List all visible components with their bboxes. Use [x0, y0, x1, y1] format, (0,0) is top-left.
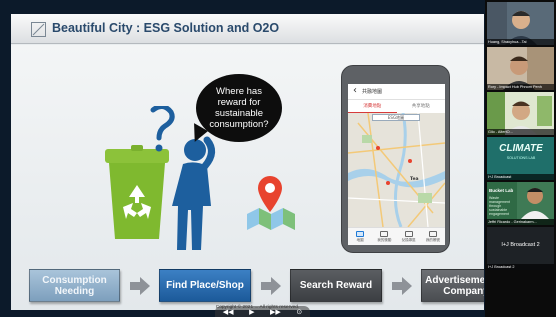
phone-screen: ‹ 共融地圖 消費地點 共享地點 ESG地圖 Tea 地圖 我的獎勵 兌換專區 …	[348, 84, 445, 245]
map-icon	[356, 231, 365, 237]
participant-tile[interactable]: Gilo - AlteriO...	[487, 92, 554, 135]
participant-name: Huang, Shaoyhua...Tai	[487, 39, 554, 45]
phone-map-label: Tea	[410, 177, 419, 182]
next-slide-icon[interactable]: ▶▶	[270, 308, 281, 316]
phone-bottom-nav: 地圖 我的獎勵 兌換專區 我的帳號	[348, 227, 445, 245]
previous-slide-icon[interactable]: ◀◀	[223, 308, 234, 316]
speech-bubble-text: Where has reward for sustainable consump…	[209, 86, 269, 130]
bucket-lab-text: Waste management through sustainable eng…	[489, 196, 510, 216]
flow-step-find-place: Find Place/Shop	[159, 269, 251, 302]
participant-tile[interactable]: I+J Broadcast 2 I+J Broadcast 2	[487, 227, 554, 270]
participant-name: Gilo - AlteriO...	[487, 129, 554, 135]
phone-tabs: 消費地點 共享地點	[348, 101, 445, 113]
store-icon	[404, 231, 413, 237]
options-icon[interactable]: ⊙	[296, 308, 302, 316]
right-arrow-icon	[392, 277, 412, 295]
phone-search-box[interactable]: ESG地圖	[372, 114, 420, 121]
slide-title-bar: Beautiful City : ESG Solution and O2O	[11, 14, 484, 44]
participant-tile[interactable]: CLIMATE SOLUTIONS LAB I+J Broadcast	[487, 137, 554, 180]
right-arrow-icon	[130, 277, 150, 295]
participant-tile[interactable]: Bucket Lab Waste management through sust…	[487, 182, 554, 225]
participant-tile[interactable]: Rory - Impact Hub Phnom Penh	[487, 47, 554, 90]
participant-placeholder-name: I+J Broadcast 2	[501, 242, 540, 248]
phone-nav-map[interactable]: 地圖	[348, 228, 372, 245]
participant-name: I+J Broadcast	[487, 174, 554, 180]
phone-nav-account[interactable]: 我的帳號	[421, 228, 445, 245]
phone-tab-consumption[interactable]: 消費地點	[348, 101, 397, 113]
flow-step-consumption-needing: Consumption Needing	[29, 269, 120, 302]
corner-arrow-icon	[31, 22, 46, 37]
participant-name: Jeffri Ricardo - Gerinakarm...	[487, 219, 554, 225]
smartphone-mockup: ‹ 共融地圖 消費地點 共享地點 ESG地圖 Tea 地圖 我的獎勵 兌換專區 …	[341, 65, 450, 253]
phone-app-title: 共融地圖	[362, 89, 383, 95]
participant-name: Rory - Impact Hub Phnom Penh	[487, 84, 554, 90]
participant-name: I+J Broadcast 2	[487, 264, 554, 270]
play-icon[interactable]: ▶	[249, 308, 254, 316]
map-location-icon	[247, 176, 295, 230]
participant-video	[517, 182, 554, 219]
gift-icon	[380, 231, 389, 237]
flow-step-advertisement: Advertisement of Company	[421, 269, 484, 302]
screen: Beautiful City : ESG Solution and O2O Wh…	[0, 0, 556, 317]
phone-map[interactable]	[348, 113, 445, 227]
right-arrow-icon	[261, 277, 281, 295]
slide-title: Beautiful City : ESG Solution and O2O	[52, 21, 280, 35]
phone-tab-shared[interactable]: 共享地點	[397, 101, 446, 113]
climate-lab-subtitle: SOLUTIONS LAB	[506, 156, 536, 160]
climate-lab-title: CLIMATE	[499, 143, 543, 154]
phone-nav-exchange[interactable]: 兌換專區	[397, 228, 421, 245]
presenter-controls: ◀◀ ▶ ▶▶ ⊙	[215, 306, 310, 317]
flow-step-search-reward: Search Reward	[290, 269, 382, 302]
bucket-lab-title: Bucket Lab	[489, 188, 514, 193]
phone-nav-rewards[interactable]: 我的獎勵	[372, 228, 396, 245]
back-arrow-icon[interactable]: ‹	[353, 85, 357, 96]
participant-tile[interactable]: Huang, Shaoyhua...Tai	[487, 2, 554, 45]
phone-app-header: ‹ 共融地圖	[348, 84, 445, 100]
presentation-slide: Beautiful City : ESG Solution and O2O Wh…	[11, 14, 484, 310]
account-icon	[428, 231, 437, 237]
